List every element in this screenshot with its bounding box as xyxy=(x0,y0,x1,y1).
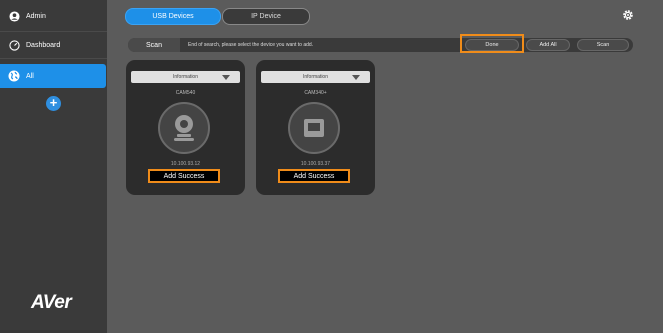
user-icon xyxy=(8,11,20,23)
sidebar-divider xyxy=(0,58,107,59)
device-ip: 10.100.93.12 xyxy=(170,161,201,167)
done-highlight-box xyxy=(460,34,524,53)
scan-label: Scan xyxy=(128,38,180,52)
camera-icon xyxy=(288,102,340,154)
app-window: Admin Dashboard All + AVer USB Devices I… xyxy=(0,0,663,333)
add-status-badge: Add Success xyxy=(148,169,220,183)
sidebar-item-label: All xyxy=(26,72,34,80)
sidebar-item-label: Dashboard xyxy=(26,41,61,49)
add-all-button[interactable]: Add All xyxy=(526,39,570,51)
gear-icon[interactable] xyxy=(621,8,635,22)
chevron-down-icon xyxy=(352,75,360,80)
add-group-button[interactable]: + xyxy=(46,96,61,111)
scan-bar: Scan End of search, please select the de… xyxy=(128,38,633,52)
sidebar: Admin Dashboard All + AVer xyxy=(0,0,107,333)
add-status-badge: Add Success xyxy=(278,169,350,183)
scan-button[interactable]: Scan xyxy=(577,39,629,51)
chevron-down-icon xyxy=(222,75,230,80)
scan-status-message: End of search, please select the device … xyxy=(188,42,314,48)
dashboard-gauge-icon xyxy=(8,39,20,51)
device-info-label: Information xyxy=(172,74,198,80)
sidebar-user-label: Admin xyxy=(26,13,46,20)
sidebar-user[interactable]: Admin xyxy=(0,3,107,30)
device-info-dropdown[interactable]: Information xyxy=(131,71,240,83)
globe-icon xyxy=(8,70,20,82)
device-card[interactable]: Information CAM540 10.100.93.12 Add Succ… xyxy=(126,60,245,195)
device-ip: 10.100.93.37 xyxy=(300,161,331,167)
tab-ip-device[interactable]: IP Device xyxy=(222,8,310,25)
top-bar: USB Devices IP Device xyxy=(107,0,663,31)
device-name: CAM340+ xyxy=(304,90,327,96)
aver-logo: AVer xyxy=(31,292,72,313)
device-info-label: Information xyxy=(302,74,328,80)
device-card[interactable]: Information CAM340+ 10.100.93.37 Add Suc… xyxy=(256,60,375,195)
device-name: CAM540 xyxy=(175,90,196,96)
tab-usb-devices[interactable]: USB Devices xyxy=(125,8,221,25)
device-info-dropdown[interactable]: Information xyxy=(261,71,370,83)
sidebar-item-dashboard[interactable]: Dashboard xyxy=(0,31,107,58)
sidebar-item-all[interactable]: All xyxy=(0,64,106,88)
webcam-icon xyxy=(158,102,210,154)
